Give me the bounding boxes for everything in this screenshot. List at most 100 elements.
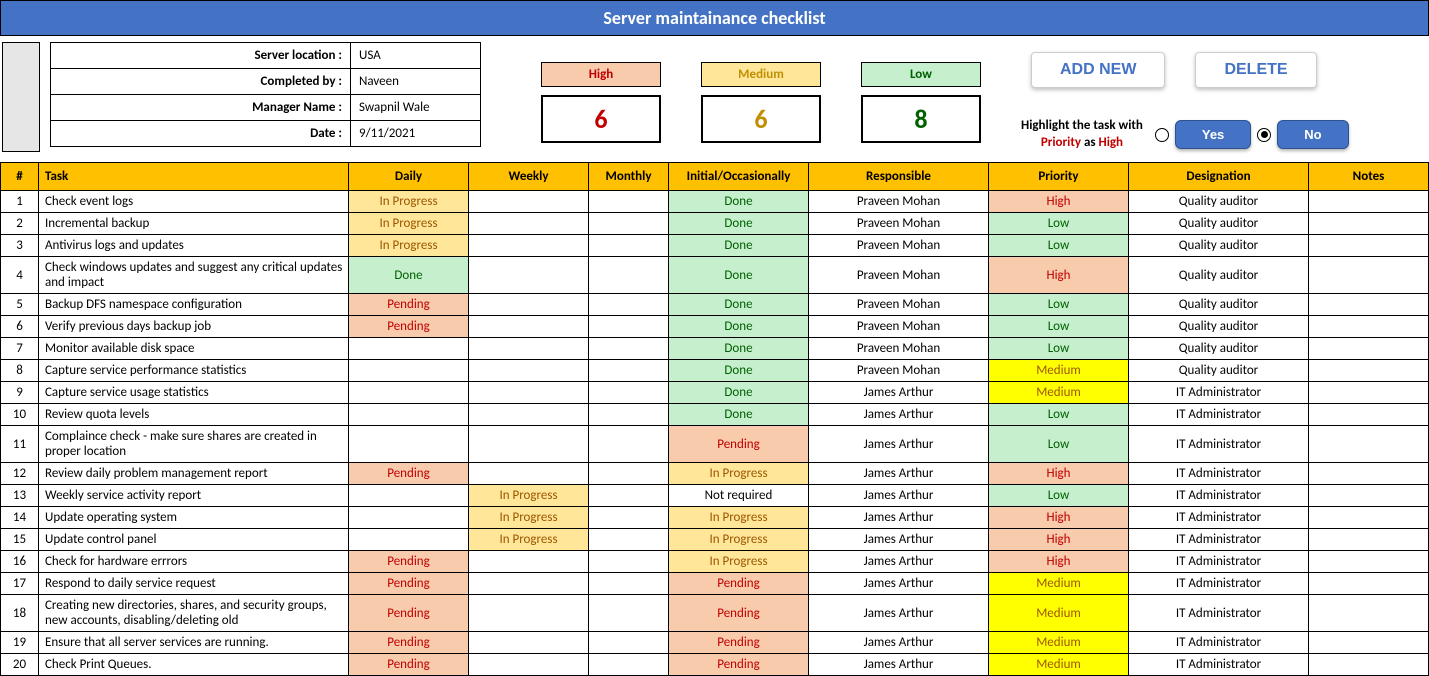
row-daily[interactable] [349, 338, 469, 360]
row-designation[interactable]: IT Administrator [1129, 573, 1309, 595]
row-daily[interactable]: Pending [349, 595, 469, 632]
row-occasional[interactable]: Done [669, 404, 809, 426]
row-designation[interactable]: Quality auditor [1129, 235, 1309, 257]
row-daily[interactable] [349, 529, 469, 551]
row-notes[interactable] [1309, 191, 1429, 213]
row-priority[interactable]: Low [989, 338, 1129, 360]
row-responsible[interactable]: James Arthur [809, 463, 989, 485]
row-monthly[interactable] [589, 213, 669, 235]
row-weekly[interactable] [469, 382, 589, 404]
row-monthly[interactable] [589, 235, 669, 257]
add-new-button[interactable]: ADD NEW [1031, 52, 1165, 88]
row-task[interactable]: Complaince check - make sure shares are … [39, 426, 349, 463]
row-weekly[interactable]: In Progress [469, 529, 589, 551]
row-daily[interactable] [349, 382, 469, 404]
row-priority[interactable]: High [989, 551, 1129, 573]
row-responsible[interactable]: Praveen Mohan [809, 360, 989, 382]
row-daily[interactable]: Pending [349, 654, 469, 676]
row-task[interactable]: Check event logs [39, 191, 349, 213]
row-task[interactable]: Respond to daily service request [39, 573, 349, 595]
row-priority[interactable]: Low [989, 294, 1129, 316]
row-occasional[interactable]: Pending [669, 654, 809, 676]
row-designation[interactable]: IT Administrator [1129, 463, 1309, 485]
table-row[interactable]: 3Antivirus logs and updatesIn ProgressDo… [1, 235, 1429, 257]
row-occasional[interactable]: In Progress [669, 551, 809, 573]
row-priority[interactable]: Low [989, 485, 1129, 507]
server-location-value[interactable]: USA [351, 43, 481, 69]
row-responsible[interactable]: James Arthur [809, 507, 989, 529]
row-notes[interactable] [1309, 338, 1429, 360]
table-row[interactable]: 18Creating new directories, shares, and … [1, 595, 1429, 632]
row-priority[interactable]: Medium [989, 595, 1129, 632]
row-occasional[interactable]: Done [669, 213, 809, 235]
row-notes[interactable] [1309, 485, 1429, 507]
row-notes[interactable] [1309, 360, 1429, 382]
row-responsible[interactable]: James Arthur [809, 529, 989, 551]
row-task[interactable]: Update control panel [39, 529, 349, 551]
row-priority[interactable]: Low [989, 316, 1129, 338]
row-notes[interactable] [1309, 573, 1429, 595]
row-monthly[interactable] [589, 382, 669, 404]
row-daily[interactable]: Pending [349, 551, 469, 573]
row-monthly[interactable] [589, 463, 669, 485]
table-row[interactable]: 10Review quota levelsDoneJames ArthurLow… [1, 404, 1429, 426]
table-row[interactable]: 2Incremental backupIn ProgressDonePravee… [1, 213, 1429, 235]
row-occasional[interactable]: Pending [669, 595, 809, 632]
radio-yes[interactable] [1155, 128, 1169, 142]
yes-button[interactable]: Yes [1175, 120, 1251, 149]
row-monthly[interactable] [589, 632, 669, 654]
row-daily[interactable]: Pending [349, 632, 469, 654]
manager-value[interactable]: Swapnil Wale [351, 95, 481, 121]
row-responsible[interactable]: Praveen Mohan [809, 257, 989, 294]
radio-no[interactable] [1257, 128, 1271, 142]
row-priority[interactable]: High [989, 529, 1129, 551]
row-notes[interactable] [1309, 257, 1429, 294]
row-monthly[interactable] [589, 654, 669, 676]
row-designation[interactable]: IT Administrator [1129, 382, 1309, 404]
row-weekly[interactable] [469, 573, 589, 595]
row-designation[interactable]: Quality auditor [1129, 213, 1309, 235]
row-daily[interactable] [349, 426, 469, 463]
row-responsible[interactable]: James Arthur [809, 551, 989, 573]
row-task[interactable]: Check for hardware errrors [39, 551, 349, 573]
row-notes[interactable] [1309, 632, 1429, 654]
row-weekly[interactable] [469, 551, 589, 573]
row-task[interactable]: Weekly service activity report [39, 485, 349, 507]
row-weekly[interactable]: In Progress [469, 485, 589, 507]
row-occasional[interactable]: Done [669, 360, 809, 382]
row-monthly[interactable] [589, 404, 669, 426]
row-task[interactable]: Review daily problem management report [39, 463, 349, 485]
table-row[interactable]: 7Monitor available disk spaceDonePraveen… [1, 338, 1429, 360]
row-monthly[interactable] [589, 529, 669, 551]
row-designation[interactable]: IT Administrator [1129, 551, 1309, 573]
row-task[interactable]: Review quota levels [39, 404, 349, 426]
row-weekly[interactable] [469, 338, 589, 360]
row-monthly[interactable] [589, 426, 669, 463]
row-weekly[interactable] [469, 632, 589, 654]
row-occasional[interactable]: Done [669, 316, 809, 338]
row-occasional[interactable]: In Progress [669, 463, 809, 485]
row-occasional[interactable]: Done [669, 191, 809, 213]
row-occasional[interactable]: Pending [669, 426, 809, 463]
row-monthly[interactable] [589, 191, 669, 213]
row-designation[interactable]: IT Administrator [1129, 632, 1309, 654]
row-task[interactable]: Antivirus logs and updates [39, 235, 349, 257]
row-occasional[interactable]: Pending [669, 573, 809, 595]
row-daily[interactable] [349, 507, 469, 529]
row-designation[interactable]: IT Administrator [1129, 507, 1309, 529]
table-row[interactable]: 8Capture service performance statisticsD… [1, 360, 1429, 382]
row-designation[interactable]: IT Administrator [1129, 485, 1309, 507]
table-row[interactable]: 16Check for hardware errrorsPendingIn Pr… [1, 551, 1429, 573]
row-daily[interactable] [349, 360, 469, 382]
row-weekly[interactable] [469, 404, 589, 426]
row-monthly[interactable] [589, 573, 669, 595]
row-task[interactable]: Update operating system [39, 507, 349, 529]
row-responsible[interactable]: James Arthur [809, 485, 989, 507]
row-task[interactable]: Ensure that all server services are runn… [39, 632, 349, 654]
row-responsible[interactable]: Praveen Mohan [809, 213, 989, 235]
row-task[interactable]: Creating new directories, shares, and se… [39, 595, 349, 632]
row-weekly[interactable] [469, 426, 589, 463]
row-notes[interactable] [1309, 235, 1429, 257]
row-designation[interactable]: Quality auditor [1129, 316, 1309, 338]
row-occasional[interactable]: Done [669, 257, 809, 294]
